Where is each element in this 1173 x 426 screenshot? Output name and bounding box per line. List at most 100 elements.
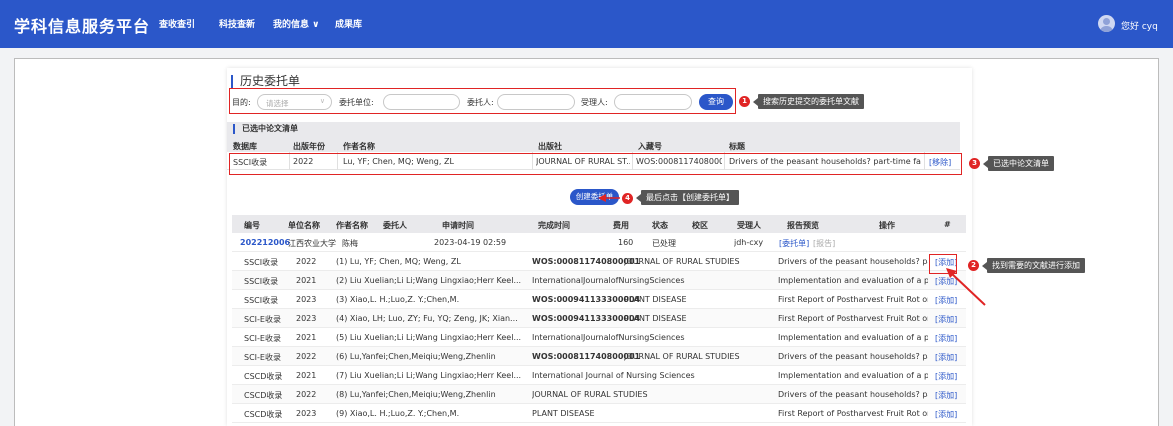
annotation-tip-3: 已选中论文清单 [983, 156, 1054, 171]
row-db: SSCI收录 [244, 277, 279, 286]
table-row: SCI-E收录 2021 (5) Liu Xuelian;Li Li;Wang Li… [232, 328, 966, 347]
col-database: 数据库 [233, 142, 257, 151]
annotation-badge-3: 3 [969, 158, 980, 169]
selected-papers-title: 已选中论文清单 [233, 124, 298, 134]
row-year: 2023 [296, 409, 317, 418]
selected-papers-header: 已选中论文清单 数据库 出版年份 作者名称 出版社 入藏号 标题 [227, 122, 960, 152]
order-time: 2023-04-19 02:59 [434, 238, 507, 247]
col-authors: 作者名称 [343, 142, 375, 151]
annotation-badge-1: 1 [739, 96, 750, 107]
order-fee: 160 [618, 238, 634, 247]
row-source: JOURNAL OF RURAL STUDIES [624, 352, 740, 361]
annotation-badge-2: 2 [968, 260, 979, 271]
row-title: First Report of Postharvest Fruit Rot on… [778, 409, 928, 418]
row-db: CSCD收录 [244, 391, 283, 400]
order-row[interactable]: 202212006 江西农业大学 陈梅 2023-04-19 02:59 160… [232, 233, 966, 252]
annotation-badge-4: 4 [622, 193, 633, 204]
row-db: SCI-E收录 [244, 353, 281, 362]
row-title: First Report of Postharvest Fruit Rot on… [778, 314, 928, 323]
annotation-tip-1: 搜索历史提交的委托单文献 [753, 94, 864, 109]
add-link[interactable]: [添加] [935, 314, 957, 325]
row-title: First Report of Postharvest Fruit Rot on… [778, 295, 928, 304]
order-handler: jdh-cxy [734, 238, 764, 247]
brand-title[interactable]: 学科信息服务平台 [14, 13, 150, 37]
row-year: 2021 [296, 333, 317, 342]
add-link[interactable]: [添加] [935, 371, 957, 382]
add-link[interactable]: [添加] [935, 390, 957, 401]
row-db: SCI-E收录 [244, 315, 281, 324]
annotation-box-add [929, 254, 957, 274]
col-hash: # [944, 220, 951, 229]
add-link[interactable]: [添加] [935, 295, 957, 306]
row-db: SCI-E收录 [244, 334, 281, 343]
col-preview: 报告预览 [787, 221, 819, 230]
history-title: 历史委托单 [231, 75, 300, 88]
row-year: 2023 [296, 295, 317, 304]
table-row: SSCI收录 2023 (3) Xiao,L. H.;Luo,Z. Y.;Chen,… [232, 290, 966, 309]
row-db: SSCI收录 [244, 296, 279, 305]
annotation-box-search [229, 88, 736, 114]
col-apply-time: 申请时间 [442, 221, 474, 230]
row-title: Implementation and evaluation of a pai..… [778, 371, 928, 380]
add-link[interactable]: [添加] [935, 276, 957, 287]
user-greeting[interactable]: 您好 cyq [1121, 19, 1158, 32]
add-link[interactable]: [添加] [935, 352, 957, 363]
col-actions: 操作 [879, 221, 895, 230]
annotation-tip-4: 最后点击【创建委托单】 [636, 190, 739, 205]
table-row: SCI-E收录 2023 (4) Xiao, LH; Luo, ZY; Fu, YQ… [232, 309, 966, 328]
nav-citation-check[interactable]: 查收查引 [159, 17, 195, 30]
row-authors: (6) Lu,Yanfei;Chen,Meiqiu;Weng,Zhenlin [336, 352, 496, 361]
avatar[interactable] [1098, 15, 1115, 32]
preview-report-link[interactable]: [报告] [813, 238, 835, 249]
row-title: Implementation and evaluation of a pai..… [778, 276, 928, 285]
annotation-box-selected [229, 153, 962, 175]
col-client: 委托人 [383, 221, 407, 230]
order-status: 已处理 [652, 239, 676, 248]
row-source: PLANT DISEASE [624, 314, 687, 323]
row-year: 2022 [296, 390, 317, 399]
row-authors: (2) Liu Xuelian;Li Li;Wang Lingxiao;Herr… [336, 276, 522, 285]
col-status: 状态 [652, 221, 668, 230]
row-db: SSCI收录 [244, 258, 279, 267]
row-db: CSCD收录 [244, 410, 283, 419]
table-row: SCI-E收录 2022 (6) Lu,Yanfei;Chen,Meiqiu;Wen… [232, 347, 966, 366]
row-source: InternationalJournalofNursingSciences [532, 333, 685, 342]
table-row: CSCD收录 2022 (8) Lu,Yanfei;Chen,Meiqiu;Weng… [232, 385, 966, 404]
row-title: Drivers of the peasant households? par..… [778, 257, 928, 266]
nav-novelty-search[interactable]: 科技查新 [219, 17, 255, 30]
row-year: 2023 [296, 314, 317, 323]
row-authors: (8) Lu,Yanfei;Chen,Meiqiu;Weng,Zhenlin [336, 390, 496, 399]
col-id: 编号 [244, 221, 260, 230]
add-link[interactable]: [添加] [935, 333, 957, 344]
row-year: 2022 [296, 352, 317, 361]
row-source: PLANT DISEASE [624, 295, 687, 304]
row-source: JOURNAL OF RURAL STUDIES [624, 257, 740, 266]
order-id[interactable]: 202212006 [240, 238, 290, 247]
row-authors: (7) Liu Xuelian;Li Li;Wang Lingxiao;Herr… [336, 371, 522, 380]
history-panel: 历史委托单 目的: 请选择 ∨ 委托单位: 委托人: 受理人: 查询 已选中论文… [227, 68, 972, 426]
row-title: Drivers of the peasant households? par..… [778, 390, 928, 399]
top-navigation-bar: 学科信息服务平台 查收查引 科技查新 我的信息 ∨ 成果库 您好 cyq [0, 0, 1173, 48]
nav-my-info[interactable]: 我的信息 ∨ [273, 17, 319, 30]
order-author: 陈梅 [342, 239, 358, 248]
table-row: SSCI收录 2022 (1) Lu, YF; Chen, MQ; Weng, ZL… [232, 252, 966, 271]
row-authors: (3) Xiao,L. H.;Luo,Z. Y.;Chen,M. [336, 295, 460, 304]
row-db: CSCD收录 [244, 372, 283, 381]
table-row: CSCD收录 2023 (9) Xiao,L. H.;Luo,Z. Y.;Chen,… [232, 404, 966, 423]
annotation-tip-2: 找到需要的文献进行添加 [982, 258, 1085, 273]
order-unit: 江西农业大学 [288, 239, 336, 248]
add-link[interactable]: [添加] [935, 409, 957, 420]
preview-order-link[interactable]: [委托单] [779, 238, 809, 249]
col-accession: 入藏号 [638, 142, 662, 151]
row-authors: (4) Xiao, LH; Luo, ZY; Fu, YQ; Zeng, JK;… [336, 314, 518, 323]
col-fee: 费用 [613, 221, 629, 230]
create-order-button[interactable]: 创建委托单 [570, 189, 619, 205]
row-source: JOURNAL OF RURAL STUDIES [532, 390, 648, 399]
list-header: 编号 单位名称 作者名称 委托人 申请时间 完成时间 费用 状态 校区 受理人 … [232, 215, 966, 233]
row-source: International Journal of Nursing Science… [532, 371, 695, 380]
col-handler: 受理人 [737, 221, 761, 230]
nav-achievements[interactable]: 成果库 [335, 17, 362, 30]
row-authors: (5) Liu Xuelian;Li Li;Wang Lingxiao;Herr… [336, 333, 522, 342]
row-title: Drivers of the peasant households? par..… [778, 352, 928, 361]
row-authors: (1) Lu, YF; Chen, MQ; Weng, ZL [336, 257, 461, 266]
